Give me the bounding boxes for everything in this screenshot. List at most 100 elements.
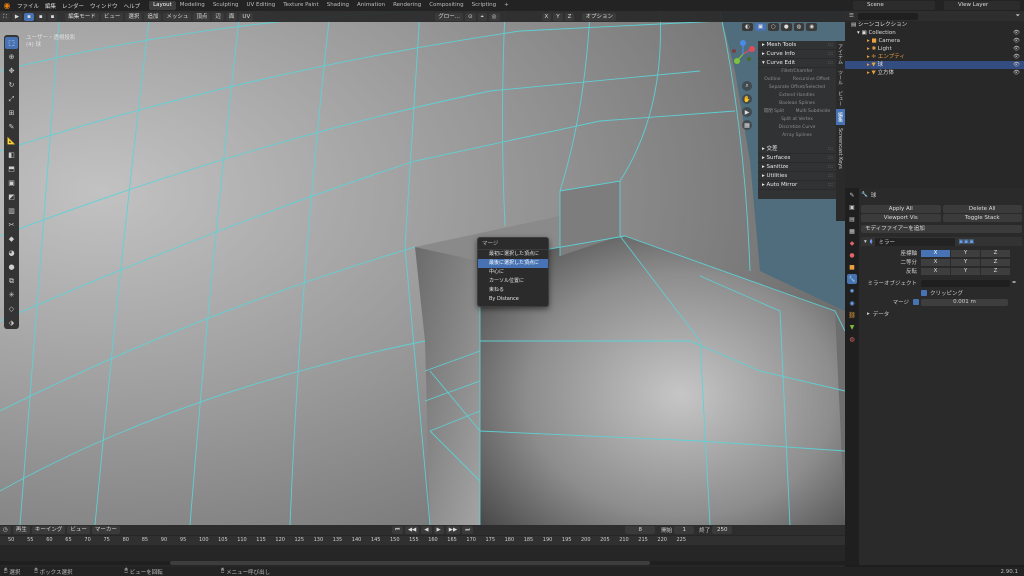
mirror-x-toggle[interactable]: X bbox=[541, 12, 552, 21]
menu-render[interactable]: レンダー bbox=[59, 2, 87, 10]
transform-tool-icon[interactable]: ⊞ bbox=[5, 107, 18, 119]
outliner-row-camera[interactable]: ▸ ■ Camera 👁 bbox=[845, 37, 1024, 45]
add-cube-tool-icon[interactable]: ◧ bbox=[5, 149, 18, 161]
shear-tool-icon[interactable]: ◇ bbox=[5, 303, 18, 315]
measure-tool-icon[interactable]: 📐 bbox=[5, 135, 18, 147]
edge-select-icon[interactable]: ▪ bbox=[35, 12, 46, 21]
view-layer-props-icon[interactable]: ▦ bbox=[847, 226, 857, 236]
vertex-select-icon[interactable]: ▪ bbox=[24, 12, 34, 21]
xray-icon[interactable]: ▣ bbox=[754, 23, 767, 31]
extrude-tool-icon[interactable]: ⬒ bbox=[5, 163, 18, 175]
gizmo-x-icon[interactable] bbox=[749, 46, 755, 52]
cursor-tool-icon[interactable]: ⊕ bbox=[5, 51, 18, 63]
tab-view[interactable]: ビュー bbox=[836, 88, 845, 109]
axis-y-toggle[interactable]: Y bbox=[951, 249, 980, 257]
scene-props-icon[interactable]: ◆ bbox=[847, 238, 857, 248]
bevel-tool-icon[interactable]: ◩ bbox=[5, 191, 18, 203]
visibility-eye-icon[interactable]: 👁 bbox=[1013, 29, 1020, 37]
outliner-editor-icon[interactable]: ☰ bbox=[849, 13, 854, 19]
fillet-chamfer-button[interactable]: Fillet/Chamfer bbox=[758, 68, 836, 76]
merge-checkbox[interactable] bbox=[913, 299, 919, 305]
menu-edit[interactable]: 編集 bbox=[42, 2, 59, 10]
menu-file[interactable]: ファイル bbox=[14, 2, 42, 10]
axis-x-toggle[interactable]: X bbox=[921, 249, 950, 257]
tab-scripting[interactable]: Scripting bbox=[468, 1, 500, 10]
section-intersect[interactable]: ▸ 交差::: bbox=[758, 145, 836, 154]
outline-button[interactable]: Outline bbox=[764, 76, 780, 84]
menu-timeline-view[interactable]: ビュー bbox=[67, 526, 90, 534]
collapse-chevron-icon[interactable]: ▸ bbox=[867, 311, 870, 317]
viewport-vis-button[interactable]: Viewport Vis bbox=[861, 214, 941, 222]
render-props-icon[interactable]: ▣ bbox=[847, 202, 857, 212]
snap-icon[interactable]: ⌖ bbox=[477, 12, 487, 21]
scene-selector[interactable]: Scene bbox=[853, 1, 935, 10]
mirror-y-toggle[interactable]: Y bbox=[553, 12, 563, 21]
3d-viewport[interactable]: ⛶ ▶ ▪ ▪ ▪ 編集モード ビュー 選択 追加 メッシュ 頂点 辺 面 UV… bbox=[0, 11, 845, 525]
timeline-scrollbar[interactable] bbox=[0, 561, 845, 565]
shrink-fatten-tool-icon[interactable]: ✳ bbox=[5, 289, 18, 301]
inset-tool-icon[interactable]: ▣ bbox=[5, 177, 18, 189]
add-modifier-dropdown[interactable]: モディファイアーを追加 bbox=[861, 225, 1022, 233]
next-key-icon[interactable]: ▶▶ bbox=[445, 526, 461, 534]
boolean-splines-button[interactable]: Boolean Splines bbox=[758, 100, 836, 108]
data-subpanel[interactable]: ▸ データ bbox=[861, 310, 1022, 318]
visibility-eye-icon[interactable]: 👁 bbox=[1013, 37, 1020, 45]
gizmo-z-icon[interactable] bbox=[740, 40, 746, 46]
menu-marker[interactable]: マーカー bbox=[91, 526, 120, 534]
bisect-x-toggle[interactable]: X bbox=[921, 258, 950, 266]
material-shading-icon[interactable]: ◍ bbox=[793, 23, 805, 31]
menu-view[interactable]: ビュー bbox=[100, 12, 124, 21]
play-icon[interactable]: ▶ bbox=[433, 526, 444, 534]
pan-hand-icon[interactable]: ✋ bbox=[742, 94, 752, 104]
play-reverse-icon[interactable]: ◀ bbox=[421, 526, 432, 534]
constraints-props-icon[interactable]: ⛓ bbox=[847, 310, 857, 320]
mirror-z-toggle[interactable]: Z bbox=[564, 12, 575, 21]
frame-ruler[interactable]: 50 55 60 65 70 75 80 85 90 95 100 105 110 115 120 125 13… bbox=[0, 536, 845, 545]
section-sanitize[interactable]: ▸ Sanitize::: bbox=[758, 163, 836, 172]
delete-all-button[interactable]: Delete All bbox=[942, 205, 1022, 213]
object-props-icon[interactable]: ■ bbox=[847, 262, 857, 272]
visibility-eye-icon[interactable]: 👁 bbox=[1013, 53, 1020, 61]
tab-shading[interactable]: Shading bbox=[323, 1, 353, 10]
prev-key-icon[interactable]: ◀◀ bbox=[404, 526, 420, 534]
section-surfaces[interactable]: ▸ Surfaces::: bbox=[758, 154, 836, 163]
add-workspace-button[interactable]: + bbox=[500, 1, 513, 10]
merge-by-distance[interactable]: By Distance bbox=[478, 295, 548, 304]
split-at-vertex-button[interactable]: Split at Vertex bbox=[758, 116, 836, 124]
visibility-eye-icon[interactable]: 👁 bbox=[1013, 45, 1020, 53]
output-props-icon[interactable]: ▤ bbox=[847, 214, 857, 224]
modifier-name-field[interactable]: ミラー bbox=[875, 237, 956, 246]
proportional-edit-icon[interactable]: ◎ bbox=[488, 12, 500, 21]
tab-edit[interactable]: 編集 bbox=[836, 109, 845, 125]
menu-uv[interactable]: UV bbox=[239, 12, 254, 21]
spin-tool-icon[interactable]: ◕ bbox=[5, 247, 18, 259]
modifier-toggle-icons[interactable]: ▣▣▣ bbox=[958, 239, 974, 245]
mode-dropdown[interactable]: 編集モード bbox=[65, 12, 99, 21]
section-utilities[interactable]: ▸ Utilities::: bbox=[758, 172, 836, 181]
rip-tool-icon[interactable]: ⬗ bbox=[5, 317, 18, 329]
gizmo-y-icon[interactable] bbox=[734, 58, 740, 64]
pivot-icon[interactable]: ⊙ bbox=[464, 12, 476, 21]
eyedropper-icon[interactable]: ✒ bbox=[1012, 280, 1017, 286]
menu-vertex[interactable]: 頂点 bbox=[193, 12, 211, 21]
section-curve-info[interactable]: ▸ Curve Info::: bbox=[758, 50, 836, 59]
world-props-icon[interactable]: ● bbox=[847, 250, 857, 260]
knife-tool-icon[interactable]: ✂ bbox=[5, 219, 18, 231]
view-layer-selector[interactable]: View Layer bbox=[944, 1, 1020, 10]
separate-offset-button[interactable]: Separate Offset/Selected bbox=[758, 84, 836, 92]
merge-at-center[interactable]: 中心に bbox=[478, 268, 548, 277]
menu-edge[interactable]: 辺 bbox=[212, 12, 224, 21]
merge-at-first[interactable]: 最初に選択した頂点に bbox=[478, 250, 548, 259]
material-props-icon[interactable]: ◍ bbox=[847, 334, 857, 344]
outliner-row-cube[interactable]: ▸ ▼ 立方体 👁 bbox=[845, 69, 1024, 77]
blender-logo-icon[interactable]: ◉ bbox=[0, 0, 14, 11]
overlay-icon[interactable]: ◐ bbox=[742, 23, 753, 31]
options-dropdown[interactable]: オプション bbox=[582, 12, 616, 21]
discretize-curve-button[interactable]: Discretize Curve bbox=[758, 124, 836, 132]
solid-shading-icon[interactable]: ● bbox=[780, 23, 792, 31]
tab-modeling[interactable]: Modeling bbox=[176, 1, 209, 10]
visibility-eye-icon[interactable]: 👁 bbox=[1013, 69, 1020, 77]
apply-all-button[interactable]: Apply All bbox=[861, 205, 941, 213]
tab-uv-editing[interactable]: UV Editing bbox=[243, 1, 280, 10]
bisect-z-toggle[interactable]: Z bbox=[981, 258, 1010, 266]
